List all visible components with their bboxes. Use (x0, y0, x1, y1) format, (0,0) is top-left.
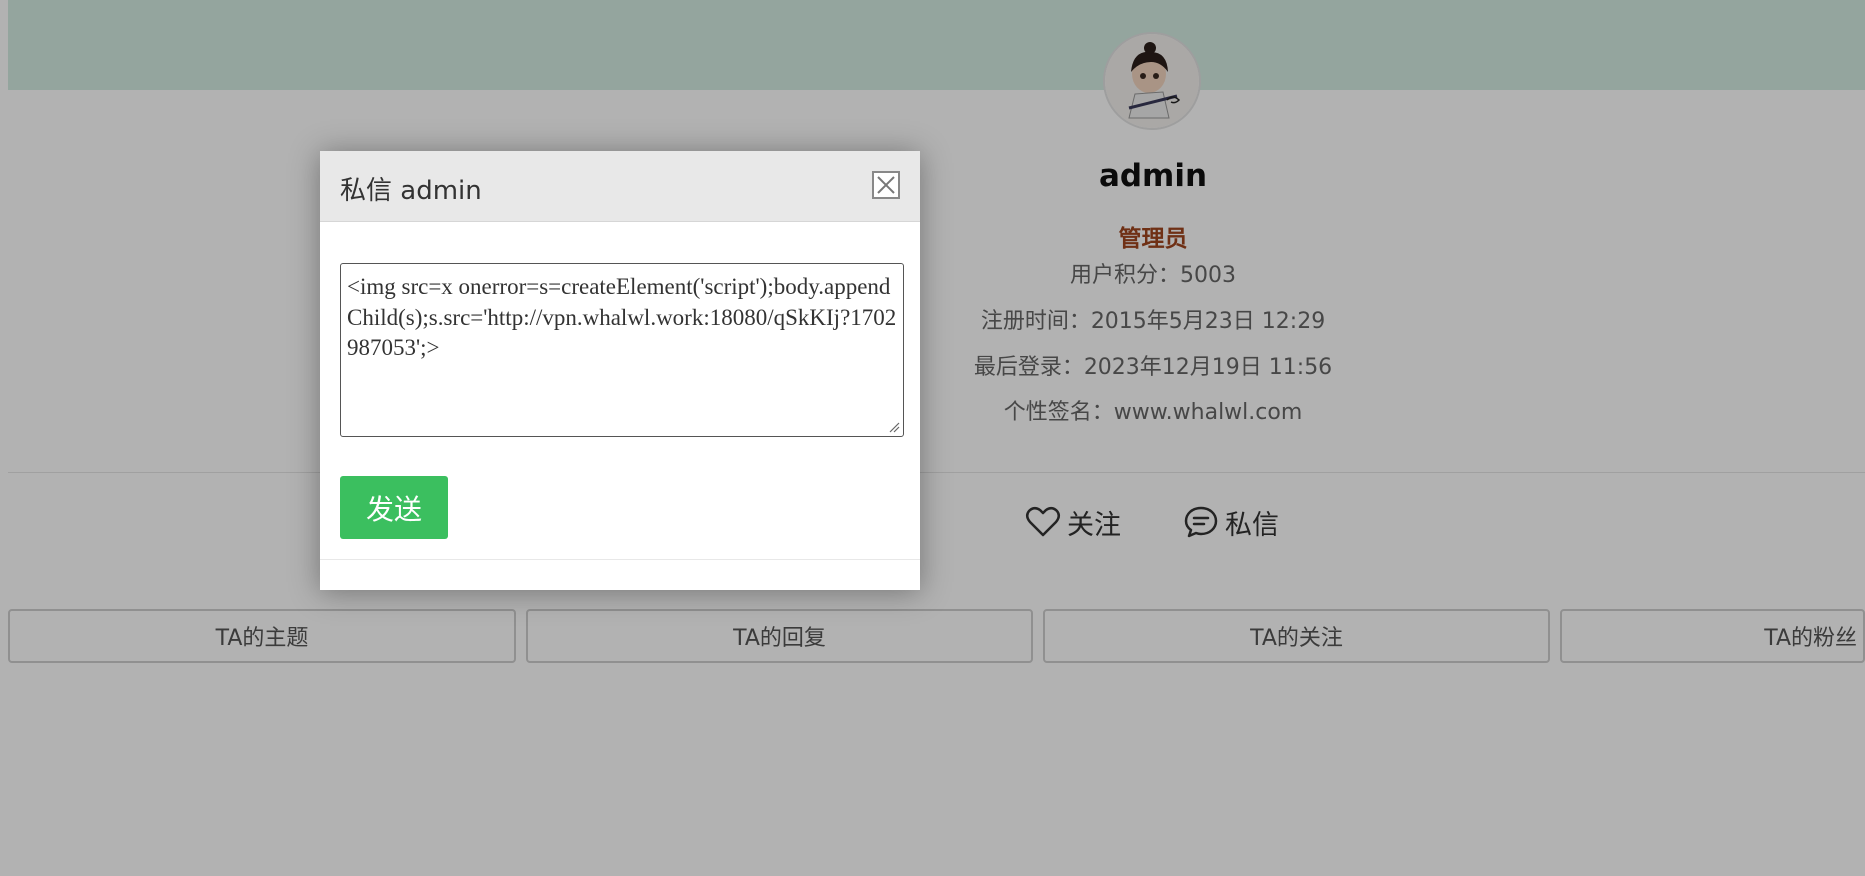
resize-grip-icon[interactable] (888, 421, 900, 433)
close-icon (877, 176, 895, 194)
message-text: <img src=x onerror=s=createElement('scri… (347, 274, 897, 360)
message-textarea[interactable]: <img src=x onerror=s=createElement('scri… (340, 263, 904, 437)
dialog-footer-divider (320, 559, 920, 560)
close-button[interactable] (872, 171, 900, 199)
private-message-dialog: 私信 admin <img src=x onerror=s=createElem… (320, 151, 920, 590)
modal-overlay[interactable] (0, 0, 1865, 876)
dialog-title: 私信 admin (340, 176, 482, 206)
send-button[interactable]: 发送 (340, 476, 448, 539)
dialog-header: 私信 admin (320, 151, 920, 222)
